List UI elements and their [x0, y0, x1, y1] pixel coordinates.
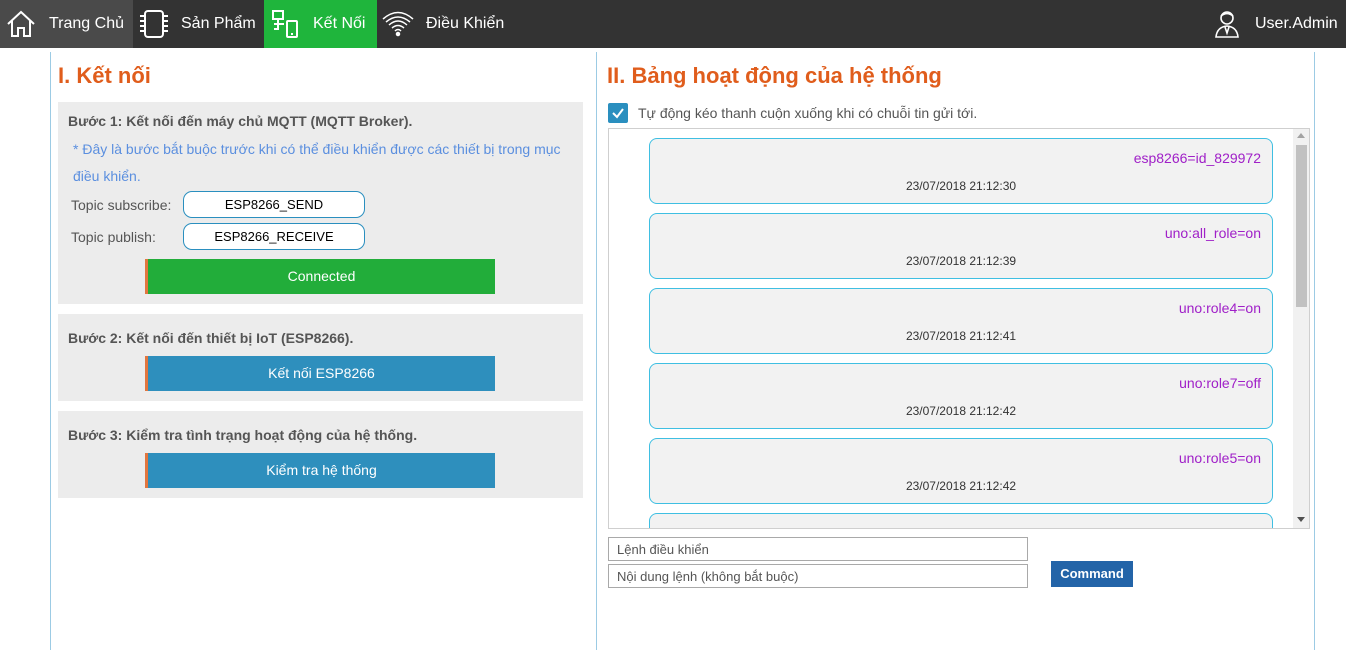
- log-message: esp8266=id_829972: [1133, 150, 1261, 166]
- log-item: uno:all_role=on 23/07/2018 21:12:39: [649, 213, 1273, 279]
- command-button[interactable]: Command: [1051, 561, 1133, 587]
- log-scrollbar[interactable]: [1293, 129, 1309, 528]
- scroll-thumb[interactable]: [1296, 145, 1307, 307]
- nav-products-label: Sản Phẩm: [181, 15, 256, 32]
- right-border: [1314, 52, 1315, 650]
- nav-products[interactable]: Sản Phẩm: [133, 0, 264, 48]
- publish-label: Topic publish:: [71, 229, 156, 245]
- command-input[interactable]: [608, 537, 1028, 561]
- user-icon: [1214, 9, 1240, 44]
- log-time: 23/07/2018 21:12:30: [905, 179, 1017, 193]
- step3-box: Bước 3: Kiểm tra tình trạng hoạt động củ…: [58, 411, 583, 498]
- nav-user[interactable]: User.Admin: [1206, 0, 1346, 48]
- step1-note: * Đây là bước bắt buộc trước khi có thể …: [73, 141, 561, 184]
- step3-title: Bước 3: Kiểm tra tình trạng hoạt động củ…: [68, 427, 418, 443]
- chip-icon: [137, 8, 171, 45]
- command-content-input[interactable]: [608, 564, 1028, 588]
- nav-control[interactable]: Điều Khiển: [377, 0, 517, 48]
- log-item: uno:role5=on 23/07/2018 21:12:42: [649, 438, 1273, 504]
- nav-home-label: Trang Chủ: [49, 15, 124, 32]
- log-list: esp8266=id_829972 23/07/2018 21:12:30 un…: [649, 138, 1273, 528]
- step1-box: Bước 1: Kết nối đến máy chủ MQTT (MQTT B…: [58, 102, 583, 304]
- home-icon: [6, 9, 36, 44]
- step1-title: Bước 1: Kết nối đến máy chủ MQTT (MQTT B…: [68, 113, 413, 129]
- check-system-button[interactable]: Kiểm tra hệ thống: [145, 453, 495, 488]
- autoscroll-option[interactable]: Tự động kéo thanh cuộn xuống khi có chuỗ…: [608, 103, 977, 123]
- log-item: esp8266=id_829972 23/07/2018 21:12:30: [649, 138, 1273, 204]
- center-divider: [596, 52, 597, 650]
- log-time: 23/07/2018 21:12:41: [905, 329, 1017, 343]
- activity-title: II. Bảng hoạt động của hệ thống: [607, 63, 942, 88]
- log-item: uno:role4=on 23/07/2018 21:12:41: [649, 288, 1273, 354]
- nav-user-label: User.Admin: [1255, 15, 1338, 32]
- check-icon: [612, 108, 624, 119]
- step2-box: Bước 2: Kết nối đến thiết bị IoT (ESP826…: [58, 314, 583, 401]
- connect-esp8266-button[interactable]: Kết nối ESP8266: [145, 356, 495, 391]
- scroll-up-arrow-icon[interactable]: [1297, 133, 1305, 138]
- nav-connect[interactable]: Kết Nối: [264, 0, 377, 48]
- log-item: uno:role7=off 23/07/2018 21:12:42: [649, 363, 1273, 429]
- nav-control-label: Điều Khiển: [426, 15, 505, 32]
- nav-connect-label: Kết Nối: [313, 15, 366, 32]
- network-icon: [270, 9, 300, 44]
- log-message: uno:all_role=on: [1164, 225, 1261, 241]
- publish-input[interactable]: ESP8266_RECEIVE: [183, 223, 365, 250]
- autoscroll-checkbox[interactable]: [608, 103, 628, 123]
- subscribe-label: Topic subscribe:: [71, 197, 172, 213]
- activity-log[interactable]: esp8266=id_829972 23/07/2018 21:12:30 un…: [608, 128, 1310, 529]
- log-message: uno:role7=off: [1179, 375, 1261, 391]
- autoscroll-label: Tự động kéo thanh cuộn xuống khi có chuỗ…: [638, 105, 978, 121]
- subscribe-input[interactable]: ESP8266_SEND: [183, 191, 365, 218]
- log-message: uno:role5=on: [1178, 450, 1261, 466]
- scroll-down-arrow-icon[interactable]: [1297, 517, 1305, 522]
- wifi-icon: [381, 9, 415, 44]
- mqtt-connect-button[interactable]: Connected: [145, 259, 495, 294]
- connect-title: I. Kết nối: [58, 63, 151, 88]
- log-time: 23/07/2018 21:12:39: [905, 254, 1017, 268]
- step2-title: Bước 2: Kết nối đến thiết bị IoT (ESP826…: [68, 330, 354, 346]
- top-navbar: Trang Chủ Sản Phẩm Kết Nối Điều Khiển Us…: [0, 0, 1346, 48]
- left-border: [50, 52, 51, 650]
- log-message: uno:role4=on: [1178, 300, 1261, 316]
- nav-home[interactable]: Trang Chủ: [0, 0, 133, 48]
- log-time: 23/07/2018 21:12:42: [905, 479, 1017, 493]
- log-item: [649, 513, 1273, 528]
- log-time: 23/07/2018 21:12:42: [905, 404, 1017, 418]
